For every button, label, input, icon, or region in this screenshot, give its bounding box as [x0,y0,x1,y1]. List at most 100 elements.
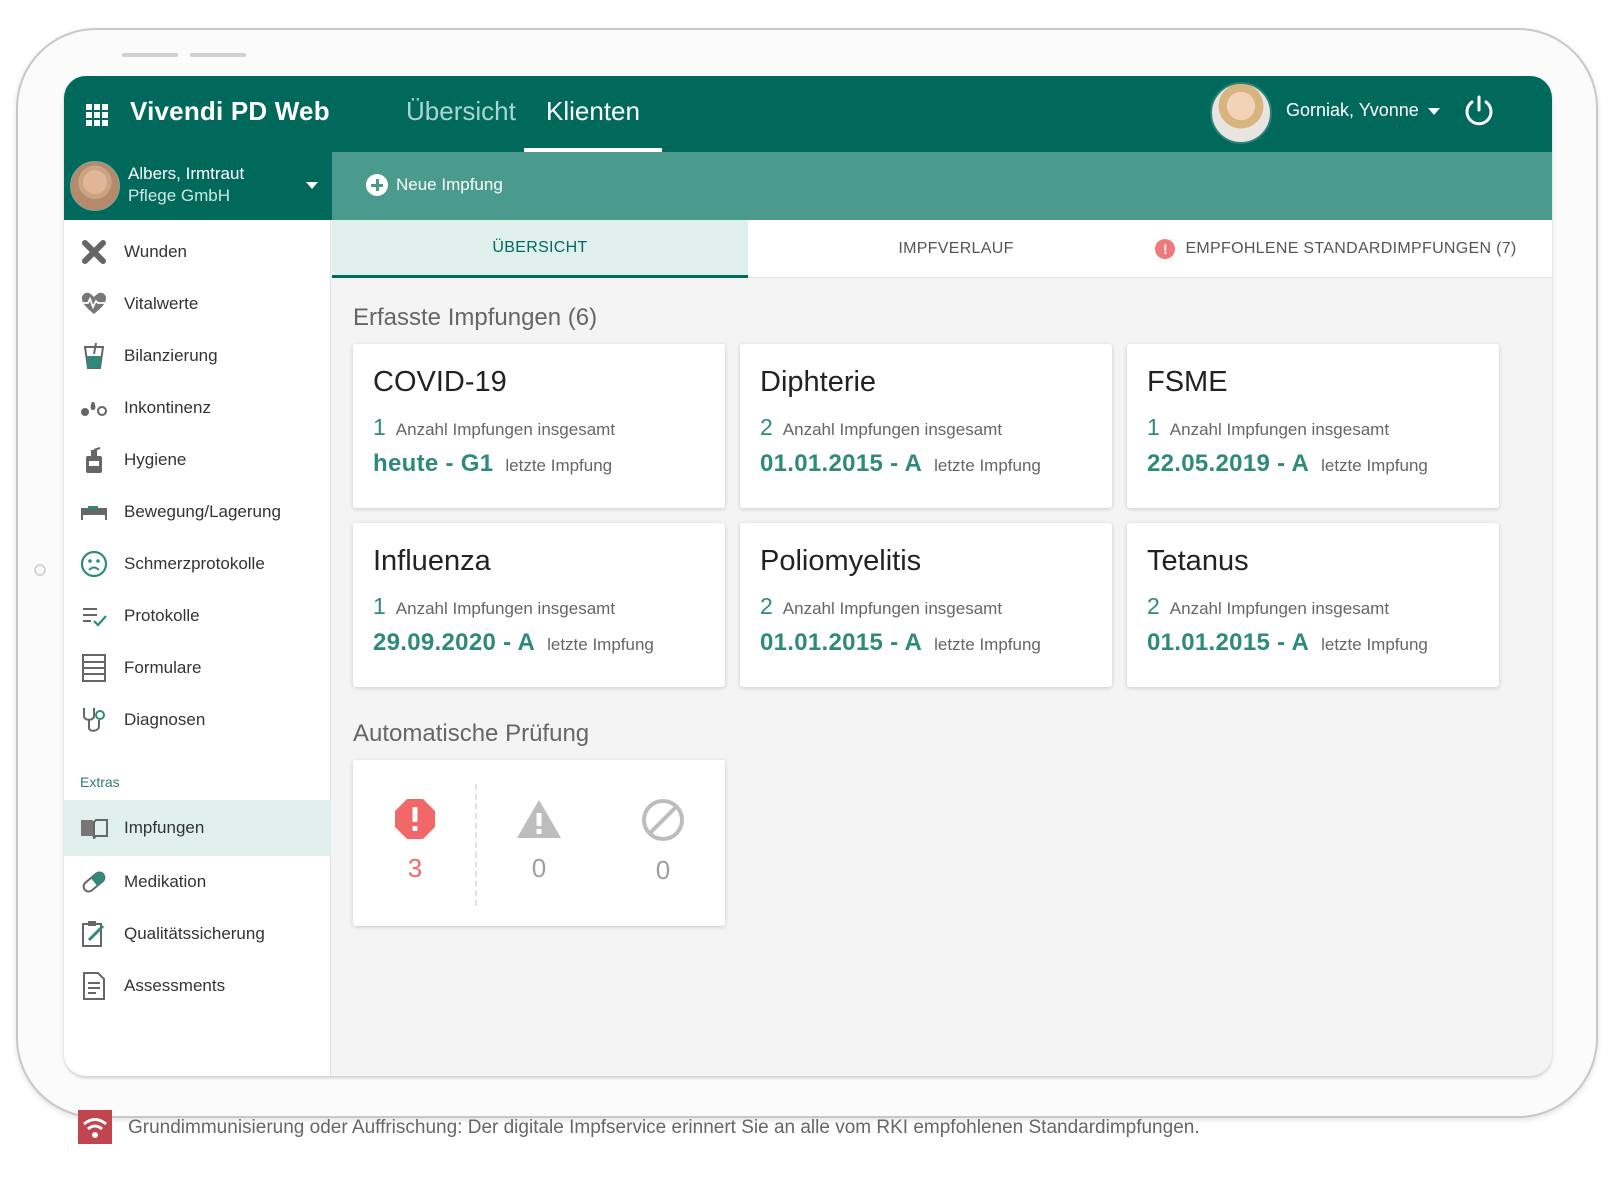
chevron-down-icon[interactable] [1428,108,1440,115]
sidebar-item-medikation[interactable]: Medikation [64,856,331,908]
tablet-button [190,53,246,57]
check-blocked[interactable]: 0 [601,798,725,886]
alert-icon: ! [1155,239,1176,259]
content-tabs: ÜBERSICHT IMPFVERLAUF ! EMPFOHLENE STAND… [332,220,1552,278]
document-icon [80,972,108,1000]
sidebar-item-formulare[interactable]: Formulare [64,642,331,694]
card-last-label: letzte Impfung [547,635,654,654]
card-title: Diphterie [760,366,877,398]
card-title: Influenza [373,545,491,577]
auto-check-heading: Automatische Prüfung [353,720,590,747]
sidebar-item-hygiene[interactable]: Hygiene [64,434,331,486]
card-last-date: 01.01.2015 - A [1147,629,1310,656]
card-count: 1 [1147,414,1160,440]
tab-clients[interactable]: Klienten [524,94,662,152]
sidebar-item-label: Schmerzprotokolle [124,554,265,573]
client-selector[interactable]: Albers, Irmtraut Pflege GmbH [64,152,332,220]
sidebar-item-label: Medikation [124,872,207,891]
sidebar-item-label: Inkontinenz [124,398,211,417]
sidebar-item-qualitaetssicherung[interactable]: Qualitätssicherung [64,908,331,960]
top-bar: Vivendi PD Web Übersicht Klienten Gornia… [64,76,1552,152]
app-screen: Vivendi PD Web Übersicht Klienten Gornia… [64,76,1552,1076]
card-title: FSME [1147,366,1228,398]
sidebar-item-impfungen[interactable]: Impfungen [64,800,331,856]
drops-icon [80,394,108,422]
card-count-label: Anzahl Impfungen insgesamt [1169,420,1390,439]
sidebar-section-extras: Extras [80,774,120,790]
vaccination-card-diphterie[interactable]: Diphterie 2 Anzahl Impfungen insgesamt 01… [740,344,1112,508]
card-title: Poliomyelitis [760,545,922,577]
sidebar-item-assessments[interactable]: Assessments [64,960,331,1012]
tab-label: EMPFOHLENE STANDARDIMPFUNGEN (7) [1185,240,1517,257]
client-organization: Pflege GmbH [128,186,231,205]
sidebar-item-label: Vitalwerte [124,294,199,313]
auto-check-card: 3 0 0 [353,760,725,926]
card-title: Tetanus [1147,545,1249,577]
check-warnings[interactable]: 0 [477,798,601,884]
stethoscope-icon [80,706,108,734]
card-last-label: letzte Impfung [1321,635,1428,654]
card-last-label: letzte Impfung [1321,456,1428,475]
pill-icon [80,868,108,896]
card-count-label: Anzahl Impfungen insgesamt [395,420,616,439]
card-count-label: Anzahl Impfungen insgesamt [395,599,616,618]
sidebar-item-diagnosen[interactable]: Diagnosen [64,694,331,746]
error-count: 3 [407,853,423,883]
card-last-date: 22.05.2019 - A [1147,450,1310,477]
power-icon[interactable] [1462,94,1496,128]
drink-icon [80,342,108,370]
sidebar-item-inkontinenz[interactable]: Inkontinenz [64,382,331,434]
app-title: Vivendi PD Web [130,96,330,126]
error-octagon-icon [395,799,435,839]
card-last-label: letzte Impfung [934,635,1041,654]
sidebar-item-schmerzprotokolle[interactable]: Schmerzprotokolle [64,538,331,590]
user-name[interactable]: Gorniak, Yvonne [1286,100,1419,121]
sidebar: Wunden Vitalwerte Bilanzierung Inkontine… [64,220,331,1076]
soap-bottle-icon [80,446,108,474]
wifi-icon [78,1110,112,1144]
action-bar: Albers, Irmtraut Pflege GmbH Neue Impfun… [64,152,1552,220]
chevron-down-icon[interactable] [306,182,318,189]
tab-uebersicht[interactable]: ÜBERSICHT [332,220,748,278]
card-last-date: 01.01.2015 - A [760,629,923,656]
tab-overview[interactable]: Übersicht [384,94,538,152]
warning-icon [517,800,561,838]
sidebar-item-label: Assessments [124,976,226,995]
card-count: 2 [760,593,773,619]
vaccination-card-covid[interactable]: COVID-19 1 Anzahl Impfungen insgesamt heu… [353,344,725,508]
sidebar-item-protokolle[interactable]: Protokolle [64,590,331,642]
sidebar-item-label: Bilanzierung [124,346,218,365]
card-last-date: 29.09.2020 - A [373,629,536,656]
tab-empfohlene-standardimpfungen[interactable]: ! EMPFOHLENE STANDARDIMPFUNGEN (7) [1120,220,1552,278]
vaccination-card-influenza[interactable]: Influenza 1 Anzahl Impfungen insgesamt 29… [353,523,725,687]
new-vaccination-button[interactable]: Neue Impfung [366,174,503,196]
vaccination-card-poliomyelitis[interactable]: Poliomyelitis 2 Anzahl Impfungen insgesam… [740,523,1112,687]
sidebar-item-wunden[interactable]: Wunden [64,226,331,278]
sidebar-item-label: Bewegung/Lagerung [124,502,281,521]
card-title: COVID-19 [373,366,507,398]
user-avatar[interactable] [1210,82,1272,144]
sidebar-item-label: Diagnosen [124,710,206,729]
card-count-label: Anzahl Impfungen insgesamt [782,599,1003,618]
vaccination-card-fsme[interactable]: FSME 1 Anzahl Impfungen insgesamt 22.05.2… [1127,344,1499,508]
sidebar-item-bewegung[interactable]: Bewegung/Lagerung [64,486,331,538]
tab-impfverlauf[interactable]: IMPFVERLAUF [748,220,1164,278]
sidebar-item-bilanzierung[interactable]: Bilanzierung [64,330,331,382]
sidebar-item-label: Impfungen [124,818,205,837]
apps-grid-icon[interactable] [86,104,108,126]
tablet-button [122,53,178,57]
add-circle-icon [366,174,388,196]
clipboard-edit-icon [80,920,108,948]
sidebar-item-vitalwerte[interactable]: Vitalwerte [64,278,331,330]
card-count: 2 [760,414,773,440]
sidebar-item-label: Hygiene [124,450,187,469]
wound-icon [80,238,108,266]
check-errors[interactable]: 3 [353,798,477,884]
form-icon [80,654,108,682]
heart-pulse-icon [80,290,108,318]
book-icon [80,814,108,842]
card-last-label: letzte Impfung [505,456,613,475]
card-count-label: Anzahl Impfungen insgesamt [782,420,1003,439]
blocked-icon [642,799,684,841]
vaccination-card-tetanus[interactable]: Tetanus 2 Anzahl Impfungen insgesamt 01.0… [1127,523,1499,687]
